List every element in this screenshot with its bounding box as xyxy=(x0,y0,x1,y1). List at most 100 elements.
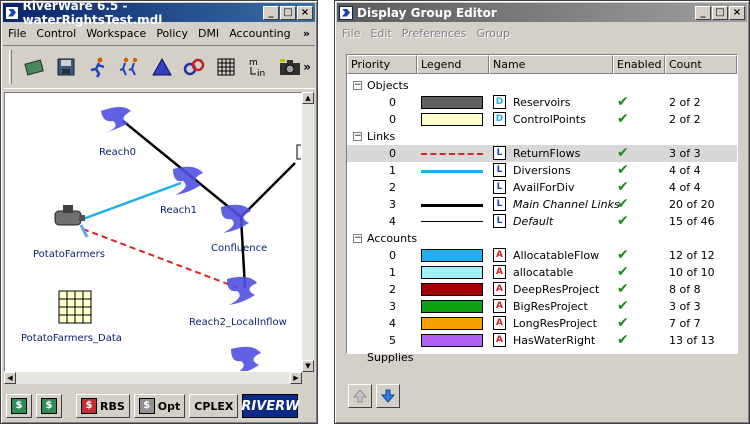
riverware-titlebar[interactable]: RiverWare 6.5 - waterRightsTest.mdl _ □ … xyxy=(3,0,315,27)
grid-icon[interactable] xyxy=(212,53,240,81)
collapse-toggle-icon[interactable]: − xyxy=(353,81,362,90)
opt-button[interactable]: $ Opt xyxy=(133,394,186,418)
dge-menu-preferences[interactable]: Preferences xyxy=(397,27,472,40)
menu-accounting[interactable]: Accounting xyxy=(224,27,295,40)
canvas-horizontal-scrollbar[interactable]: ◀ ▶ xyxy=(4,372,302,384)
menu-dmi[interactable]: DMI xyxy=(193,27,224,40)
scroll-left-arrow[interactable]: ◀ xyxy=(4,372,16,384)
enabled-check-icon[interactable]: ✔ xyxy=(617,315,629,331)
reach2-icon[interactable] xyxy=(227,276,257,305)
link-upstream-confluence[interactable] xyxy=(240,162,296,218)
table-row[interactable]: 5 A HasWaterRight ✔ 13 of 13 xyxy=(347,332,737,349)
scroll-down-arrow[interactable]: ▼ xyxy=(302,360,314,372)
legend-line[interactable] xyxy=(421,170,483,173)
maximize-button[interactable]: □ xyxy=(280,5,296,20)
dge-minimize-button[interactable]: _ xyxy=(695,5,711,20)
downstream-reach-icon[interactable] xyxy=(231,346,261,372)
scroll-right-arrow[interactable]: ▶ xyxy=(290,372,302,384)
legend-line[interactable] xyxy=(421,221,483,222)
scroll-up-arrow[interactable]: ▲ xyxy=(302,92,314,104)
table-row[interactable]: 4 L Default ✔ 15 of 46 xyxy=(347,213,737,230)
legend-line[interactable] xyxy=(421,204,483,207)
link-icon[interactable] xyxy=(180,53,208,81)
enabled-check-icon[interactable]: ✔ xyxy=(617,281,629,297)
enabled-check-icon[interactable]: ✔ xyxy=(617,179,629,195)
table-row[interactable]: 3 L Main Channel Links ✔ 20 of 20 xyxy=(347,196,737,213)
potato-farmers-data-icon[interactable] xyxy=(58,290,92,324)
legend-swatch[interactable] xyxy=(421,317,483,330)
table-row[interactable]: 2 L AvailForDiv ✔ 4 of 4 xyxy=(347,179,737,196)
camera-icon[interactable] xyxy=(276,53,304,81)
legend-swatch[interactable] xyxy=(421,96,483,109)
dollar-button-1[interactable]: $ xyxy=(6,394,32,418)
canvas-vertical-scrollbar[interactable]: ▲ ▼ xyxy=(302,92,314,372)
move-up-button[interactable] xyxy=(348,384,372,408)
legend-swatch[interactable] xyxy=(421,249,483,262)
potato-farmers-icon[interactable] xyxy=(54,205,89,238)
enabled-check-icon[interactable]: ✔ xyxy=(617,162,629,178)
dge-maximize-button[interactable]: □ xyxy=(712,5,728,20)
minimize-button[interactable]: _ xyxy=(263,5,279,20)
enabled-check-icon[interactable]: ✔ xyxy=(617,298,629,314)
table-row[interactable]: 1 L Diversions ✔ 4 of 4 xyxy=(347,162,737,179)
menu-control[interactable]: Control xyxy=(31,27,81,40)
menu-workspace[interactable]: Workspace xyxy=(81,27,151,40)
dollar-button-2[interactable]: $ xyxy=(36,394,62,418)
dge-menu-file[interactable]: File xyxy=(337,27,365,40)
enabled-check-icon[interactable]: ✔ xyxy=(617,94,629,110)
table-row[interactable]: 2 A DeepResProject ✔ 8 of 8 xyxy=(347,281,737,298)
dge-titlebar[interactable]: Display Group Editor _ □ × xyxy=(337,3,747,22)
col-header-legend[interactable]: Legend xyxy=(417,55,489,74)
tree-group-row[interactable]: Supplies xyxy=(347,349,737,366)
confluence-icon[interactable] xyxy=(221,204,251,233)
tree-group-row[interactable]: − Accounts xyxy=(347,230,737,247)
menu-policy[interactable]: Policy xyxy=(151,27,193,40)
col-header-enabled[interactable]: Enabled xyxy=(613,55,665,74)
table-row[interactable]: 0 L ReturnFlows ✔ 3 of 3 xyxy=(347,145,737,162)
dge-close-button[interactable]: × xyxy=(729,5,745,20)
enabled-check-icon[interactable]: ✔ xyxy=(617,213,629,229)
menu-more[interactable]: » xyxy=(298,27,315,40)
table-row[interactable]: 1 Aallocatable ✔ 10 of 10 xyxy=(347,264,737,281)
legend-swatch[interactable] xyxy=(421,283,483,296)
col-header-name[interactable]: Name xyxy=(489,55,613,74)
enabled-check-icon[interactable]: ✔ xyxy=(617,247,629,263)
workspace-canvas[interactable]: Reach0 Reach1 Confluence PotatoFarmers P… xyxy=(4,92,302,372)
col-header-count[interactable]: Count xyxy=(665,55,737,74)
save-icon[interactable] xyxy=(52,53,80,81)
table-row[interactable]: 0 A AllocatableFlow ✔ 12 of 12 xyxy=(347,247,737,264)
cplex-button[interactable]: CPLEX xyxy=(189,394,239,418)
enabled-check-icon[interactable]: ✔ xyxy=(617,196,629,212)
toolbar-more[interactable]: » xyxy=(303,60,311,74)
tree-group-row[interactable]: − Links xyxy=(347,128,737,145)
run-icon[interactable] xyxy=(20,53,48,81)
triangle-icon[interactable] xyxy=(148,53,176,81)
link-returnflow[interactable] xyxy=(82,228,242,290)
table-row[interactable]: 4 A LongResProject ✔ 7 of 7 xyxy=(347,315,737,332)
dge-menu-edit[interactable]: Edit xyxy=(365,27,396,40)
table-row[interactable]: 0 D ControlPoints ✔ 2 of 2 xyxy=(347,111,737,128)
legend-line[interactable] xyxy=(421,153,483,155)
legend-swatch[interactable] xyxy=(421,113,483,126)
menu-file[interactable]: File xyxy=(3,27,31,40)
tree-group-row[interactable]: − Objects xyxy=(347,77,737,94)
enabled-check-icon[interactable]: ✔ xyxy=(617,264,629,280)
toolbar-grip[interactable] xyxy=(9,50,12,84)
col-header-priority[interactable]: Priority xyxy=(347,55,417,74)
in-icon[interactable]: m in xyxy=(244,53,272,81)
enabled-check-icon[interactable]: ✔ xyxy=(617,145,629,161)
legend-swatch[interactable] xyxy=(421,300,483,313)
collapse-toggle-icon[interactable]: − xyxy=(353,234,362,243)
table-row[interactable]: 0 D Reservoirs ✔ 2 of 2 xyxy=(347,94,737,111)
close-button[interactable]: × xyxy=(297,5,313,20)
legend-swatch[interactable] xyxy=(421,266,483,279)
enabled-check-icon[interactable]: ✔ xyxy=(617,332,629,348)
dge-menu-group[interactable]: Group xyxy=(471,27,515,40)
enabled-check-icon[interactable]: ✔ xyxy=(617,111,629,127)
reach0-icon[interactable] xyxy=(101,107,131,133)
runners-icon[interactable] xyxy=(116,53,144,81)
collapse-toggle-icon[interactable]: − xyxy=(353,132,362,141)
table-row[interactable]: 3 A BigResProject ✔ 3 of 3 xyxy=(347,298,737,315)
rbs-button[interactable]: $ RBS xyxy=(76,394,130,418)
runner-icon[interactable] xyxy=(84,53,112,81)
